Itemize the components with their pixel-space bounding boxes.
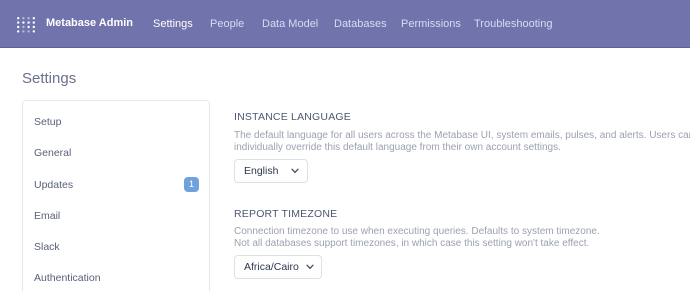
instance-language-desc-line2: individually override this default langu… <box>234 142 561 153</box>
settings-sidebar: Setup General Updates 1 Email Slack Auth… <box>22 100 210 291</box>
report-timezone-desc-line1: Connection timezone to use when executin… <box>234 226 600 237</box>
nav-settings[interactable]: Settings <box>153 18 193 30</box>
sidebar-item-setup[interactable]: Setup <box>34 116 61 128</box>
instance-language-title: INSTANCE LANGUAGE <box>234 111 351 123</box>
sidebar-item-updates[interactable]: Updates <box>34 179 73 191</box>
nav-databases[interactable]: Databases <box>334 18 387 30</box>
chevron-down-icon <box>306 264 314 270</box>
nav-troubleshooting[interactable]: Troubleshooting <box>474 18 552 30</box>
nav-data-model[interactable]: Data Model <box>262 18 318 30</box>
page-title: Settings <box>22 70 77 87</box>
report-timezone-desc-line2: Not all databases support timezones, in … <box>234 238 590 249</box>
nav-permissions[interactable]: Permissions <box>401 18 461 30</box>
app-title: Metabase Admin <box>46 17 134 29</box>
nav-people[interactable]: People <box>210 18 244 30</box>
instance-language-desc-line1: The default language for all users acros… <box>234 130 690 141</box>
sidebar-item-email[interactable]: Email <box>34 210 60 222</box>
updates-count-badge: 1 <box>184 177 199 192</box>
sidebar-item-general[interactable]: General <box>34 147 71 159</box>
sidebar-item-authentication[interactable]: Authentication <box>34 272 101 284</box>
language-select[interactable]: English <box>234 159 308 183</box>
timezone-select[interactable]: Africa/Cairo <box>234 255 322 279</box>
metabase-logo-icon[interactable] <box>17 17 35 33</box>
sidebar-item-slack[interactable]: Slack <box>34 241 60 253</box>
timezone-select-value: Africa/Cairo <box>244 261 299 273</box>
chevron-down-icon <box>291 168 299 174</box>
language-select-value: English <box>244 165 279 177</box>
report-timezone-title: REPORT TIMEZONE <box>234 208 338 220</box>
admin-header: Metabase Admin Settings People Data Mode… <box>0 0 690 48</box>
